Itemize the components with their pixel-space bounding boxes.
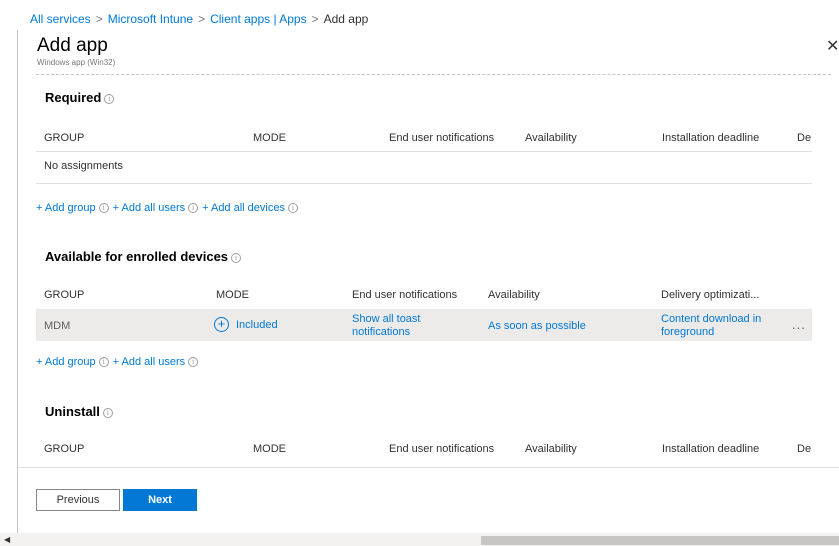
available-heading-label: Available for enrolled devices	[45, 249, 229, 264]
available-add-all-users-link[interactable]: + Add all users	[113, 356, 185, 368]
info-icon[interactable]: i	[98, 203, 109, 214]
uninstall-col-group: GROUP	[44, 443, 85, 455]
required-col-deadline: Installation deadline	[662, 132, 760, 144]
info-icon[interactable]: i	[287, 203, 298, 214]
required-heading-label: Required	[45, 90, 102, 105]
previous-button[interactable]: Previous	[36, 489, 120, 511]
required-col-notifications: End user notifications	[389, 132, 495, 144]
required-col-group: GROUP	[44, 132, 85, 144]
required-empty-text: No assignments	[44, 160, 123, 172]
footer-divider	[18, 467, 839, 468]
info-icon[interactable]: i	[104, 93, 115, 104]
breadcrumb-separator: >	[95, 12, 103, 26]
required-heading: Required i	[45, 90, 115, 105]
page-title: Add app	[37, 35, 108, 56]
available-row-notifications[interactable]: Show all toast notifications	[352, 313, 472, 339]
more-options-icon[interactable]: ...	[792, 317, 806, 332]
page-subtitle: Windows app (Win32)	[37, 58, 116, 67]
info-icon[interactable]: i	[98, 357, 109, 368]
breadcrumb: All services > Microsoft Intune > Client app…	[0, 0, 839, 30]
info-icon[interactable]: i	[231, 252, 242, 263]
panel-left-border	[17, 30, 18, 546]
required-col-mode: MODE	[253, 132, 286, 144]
breadcrumb-client-apps[interactable]: Client apps | Apps	[210, 12, 307, 26]
required-add-group-link[interactable]: + Add group	[36, 202, 96, 214]
uninstall-heading-label: Uninstall	[45, 404, 100, 419]
available-actions: + Add group i + Add all users i	[36, 356, 202, 368]
required-add-all-users-link[interactable]: + Add all users	[113, 202, 185, 214]
info-icon[interactable]: i	[188, 357, 199, 368]
available-col-group: GROUP	[44, 289, 85, 301]
uninstall-heading: Uninstall i	[45, 404, 113, 419]
available-row-availability[interactable]: As soon as possible	[488, 320, 586, 332]
table-header-divider	[36, 151, 812, 152]
next-button[interactable]: Next	[123, 489, 197, 511]
breadcrumb-all-services[interactable]: All services	[30, 12, 91, 26]
info-icon[interactable]: i	[188, 203, 199, 214]
uninstall-col-mode: MODE	[253, 443, 286, 455]
info-icon[interactable]: i	[102, 407, 113, 418]
breadcrumb-current: Add app	[323, 12, 369, 26]
required-actions: + Add group i + Add all users i + Add all de…	[36, 202, 302, 214]
uninstall-col-notifications: End user notifications	[389, 443, 495, 455]
breadcrumb-microsoft-intune[interactable]: Microsoft Intune	[108, 12, 193, 26]
close-icon[interactable]: ✕	[826, 36, 839, 56]
available-row-group: MDM	[44, 320, 71, 332]
required-col-truncated: De	[797, 132, 812, 144]
plus-circle-icon: +	[214, 317, 229, 332]
breadcrumb-separator: >	[198, 12, 206, 26]
uninstall-col-deadline: Installation deadline	[662, 443, 760, 455]
scroll-left-arrow-icon[interactable]: ◀	[4, 535, 10, 544]
available-row-delivery[interactable]: Content download in foreground	[661, 313, 786, 339]
available-col-mode: MODE	[216, 289, 249, 301]
uninstall-col-availability: Availability	[525, 443, 577, 455]
available-col-delivery: Delivery optimizati...	[661, 289, 760, 301]
available-col-notifications: End user notifications	[352, 289, 458, 301]
required-add-all-devices-link[interactable]: + Add all devices	[202, 202, 285, 214]
available-heading: Available for enrolled devices i	[45, 249, 242, 264]
table-row-divider	[36, 183, 812, 184]
breadcrumb-separator: >	[311, 12, 319, 26]
available-col-availability: Availability	[488, 289, 540, 301]
scrollbar-thumb[interactable]	[481, 536, 839, 545]
header-divider	[36, 74, 831, 75]
required-col-availability: Availability	[525, 132, 577, 144]
uninstall-col-truncated: De	[797, 443, 812, 455]
available-row-mode[interactable]: Included	[236, 319, 278, 331]
available-add-group-link[interactable]: + Add group	[36, 356, 96, 368]
